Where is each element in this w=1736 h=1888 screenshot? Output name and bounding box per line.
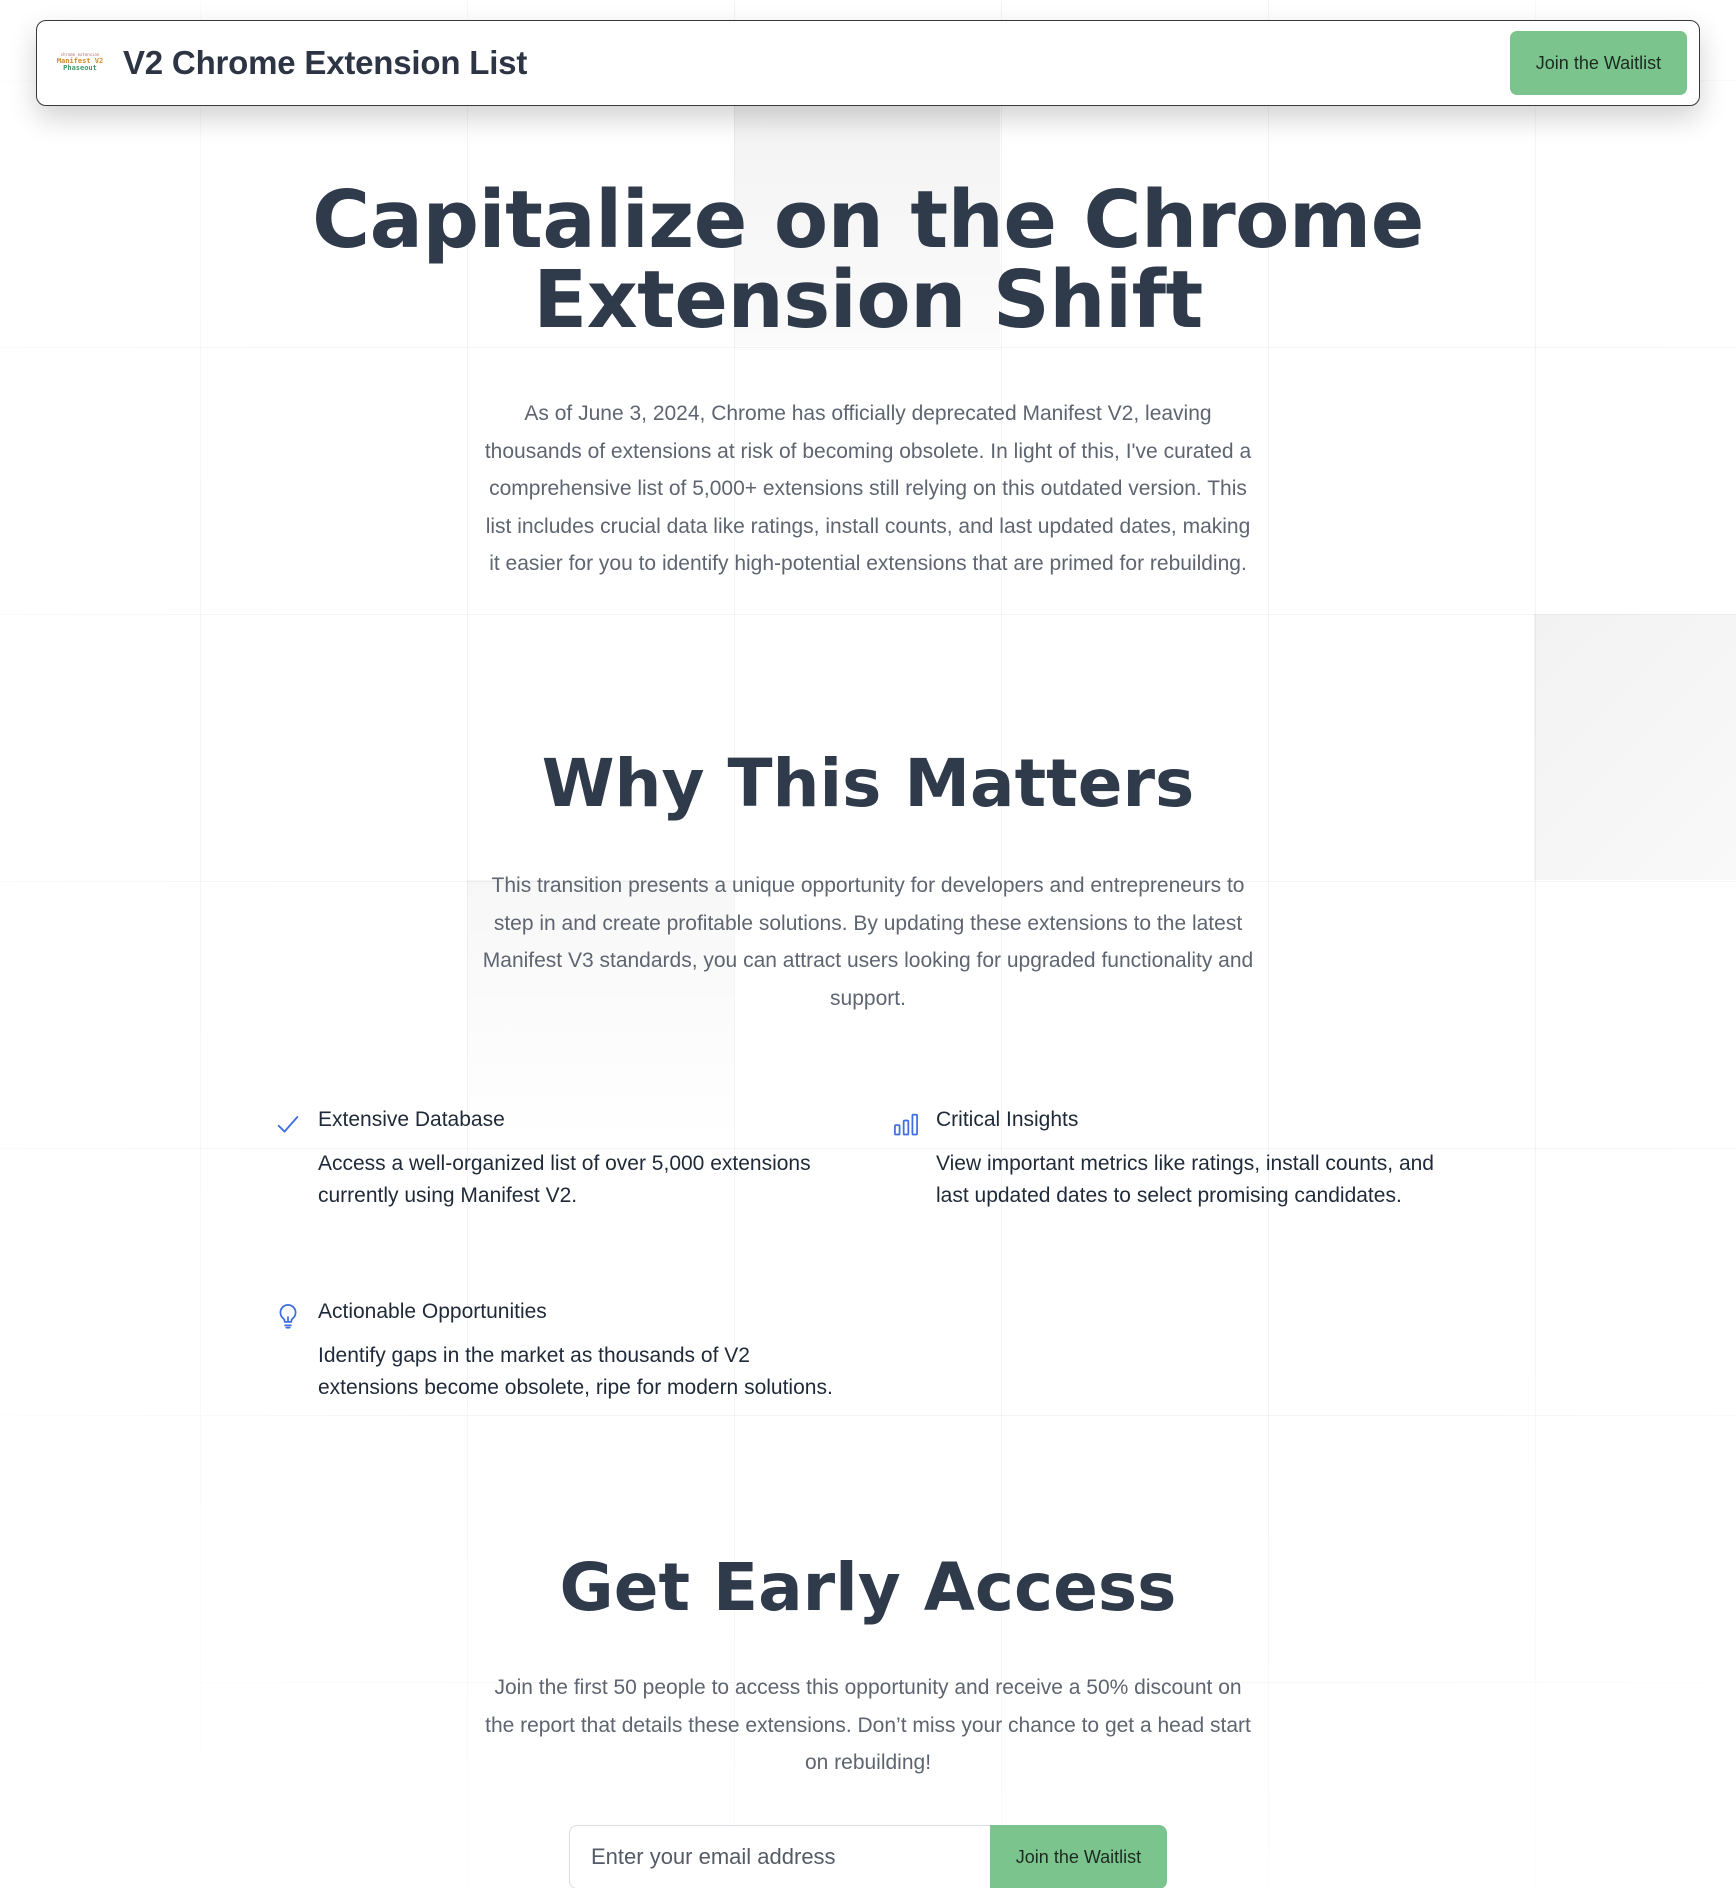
checkmark-icon xyxy=(274,1110,302,1138)
early-access-title: Get Early Access xyxy=(559,1549,1177,1626)
hero-title: Capitalize on the Chrome Extension Shift xyxy=(0,180,1736,340)
why-section-description: This transition presents a unique opport… xyxy=(482,874,1254,1010)
why-section-title: Why This Matters xyxy=(541,745,1195,822)
join-waitlist-header-button[interactable]: Join the Waitlist xyxy=(1510,31,1687,95)
hero-description: As of June 3, 2024, Chrome has officiall… xyxy=(484,402,1252,575)
feature-description: Identify gaps in the market as thousands… xyxy=(318,1344,833,1399)
early-access-description: Join the first 50 people to access this … xyxy=(485,1676,1251,1774)
feature-title: Extensive Database xyxy=(318,1108,505,1131)
feature-description: View important metrics like ratings, ins… xyxy=(936,1152,1434,1207)
bar-chart-icon xyxy=(892,1110,920,1138)
feature-title: Actionable Opportunities xyxy=(318,1300,547,1323)
logo-line-2: Phaseout xyxy=(63,64,97,73)
join-waitlist-submit-button[interactable]: Join the Waitlist xyxy=(990,1825,1167,1888)
logo[interactable]: chrome extension Manifest V2 Phaseout xyxy=(53,42,107,84)
waitlist-form: Join the Waitlist xyxy=(569,1825,1167,1888)
feature-description: Access a well-organized list of over 5,0… xyxy=(318,1152,811,1207)
page: chrome extension Manifest V2 Phaseout V2… xyxy=(0,0,1736,1888)
site-title[interactable]: V2 Chrome Extension List xyxy=(123,44,527,82)
feature-title: Critical Insights xyxy=(936,1108,1079,1131)
lightbulb-icon xyxy=(274,1302,302,1330)
hero-title-line-2: Extension Shift xyxy=(533,254,1203,346)
top-navbar: chrome extension Manifest V2 Phaseout V2… xyxy=(36,20,1700,106)
hero-title-line-1: Capitalize on the Chrome xyxy=(312,174,1424,266)
email-input[interactable] xyxy=(569,1825,990,1888)
